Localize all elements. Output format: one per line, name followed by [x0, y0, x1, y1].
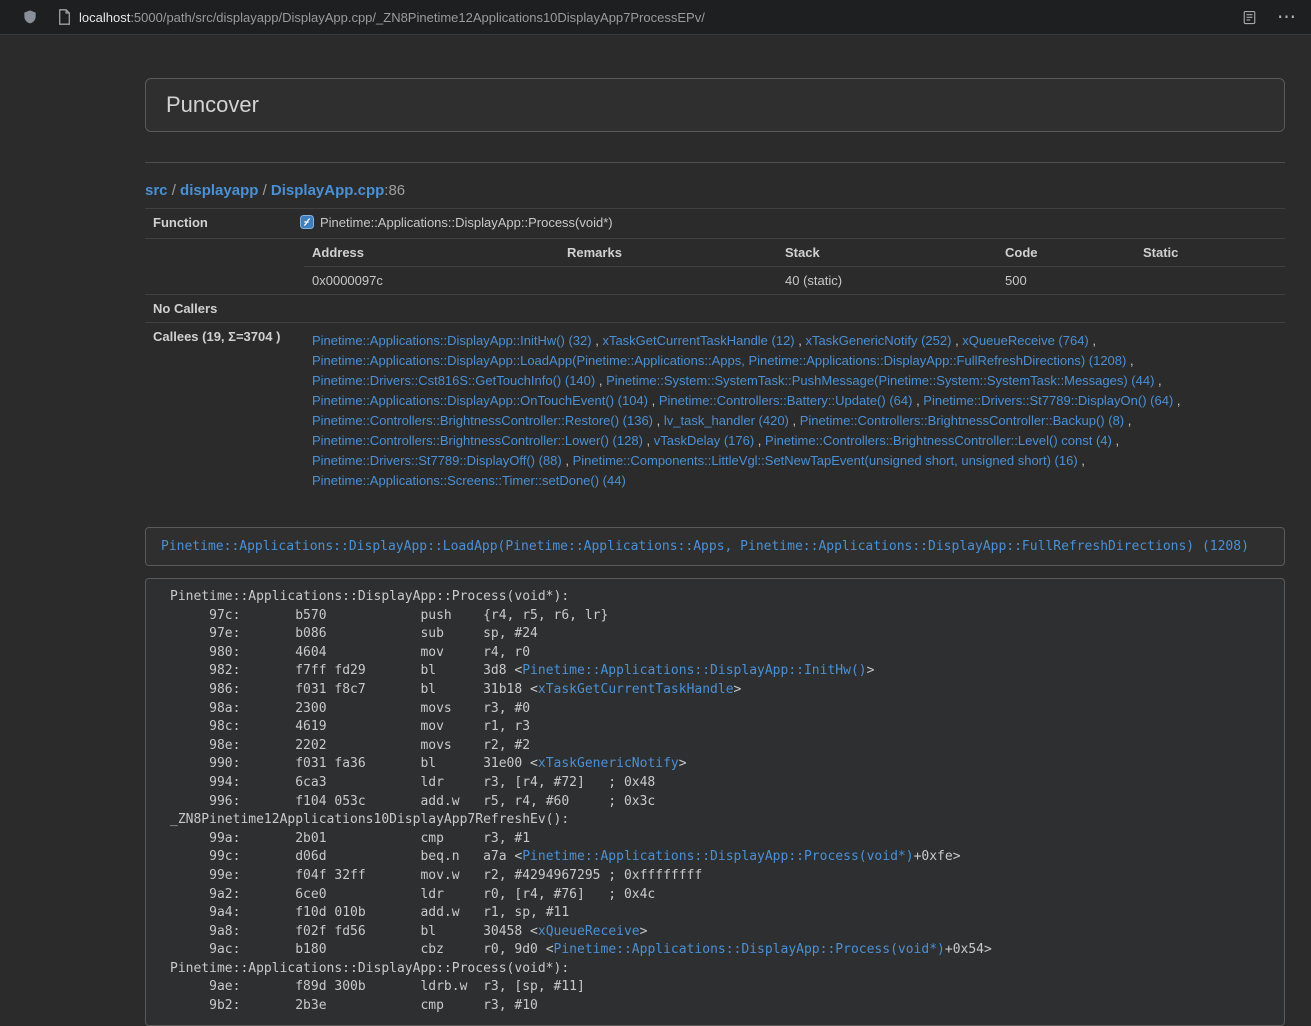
stats-row-label [145, 239, 292, 295]
stats-table-cell: Address Remarks Stack Code Static 0x0000… [292, 239, 1285, 295]
code-symbol-link[interactable]: xQueueReceive [538, 924, 640, 939]
function-icon [300, 215, 314, 232]
callee-link[interactable]: Pinetime::Components::LittleVgl::SetNewT… [573, 453, 1078, 468]
code-symbol-link[interactable]: xTaskGenericNotify [538, 756, 679, 771]
col-header-code: Code [997, 239, 1135, 267]
callee-link[interactable]: Pinetime::Applications::DisplayApp::OnTo… [312, 393, 648, 408]
callee-link[interactable]: xTaskGenericNotify (252) [806, 333, 952, 348]
breadcrumb: src / displayapp / DisplayApp.cpp:86 [145, 182, 1285, 199]
page-title-panel: Puncover [145, 78, 1285, 132]
stats-value-row: 0x0000097c 40 (static) 500 [304, 267, 1285, 295]
code-symbol-link[interactable]: xTaskGetCurrentTaskHandle [538, 682, 734, 697]
callee-link[interactable]: xTaskGetCurrentTaskHandle (12) [602, 333, 794, 348]
stats-header-row: Address Remarks Stack Code Static [304, 239, 1285, 267]
col-header-static: Static [1135, 239, 1285, 267]
callee-link[interactable]: lv_task_handler (420) [664, 413, 789, 428]
divider [145, 162, 1285, 163]
address-value: 0x0000097c [304, 267, 559, 295]
no-callers-label: No Callers [145, 295, 292, 323]
code-symbol-link[interactable]: Pinetime::Applications::DisplayApp::Proc… [554, 942, 945, 957]
breadcrumb-file-link[interactable]: DisplayApp.cpp [271, 182, 384, 199]
col-header-address: Address [304, 239, 559, 267]
callees-row: Callees (19, Σ=3704 ) Pinetime::Applicat… [145, 323, 1285, 504]
shield-icon[interactable] [18, 8, 42, 26]
callee-link[interactable]: Pinetime::Controllers::BrightnessControl… [800, 413, 1124, 428]
function-signature-cell: Pinetime::Applications::DisplayApp::Proc… [292, 209, 1285, 239]
disassembly-code: Pinetime::Applications::DisplayApp::Proc… [146, 579, 1284, 1025]
overflow-menu-icon[interactable]: ⋯ [1277, 8, 1297, 27]
breadcrumb-separator: / [258, 182, 271, 199]
symbol-stats-table: Address Remarks Stack Code Static 0x0000… [304, 239, 1285, 294]
no-callers-row: No Callers [145, 295, 1285, 323]
url-host: localhost [79, 10, 130, 25]
callee-link[interactable]: Pinetime::Controllers::Battery::Update()… [659, 393, 913, 408]
callee-link[interactable]: Pinetime::Applications::DisplayApp::Init… [312, 333, 592, 348]
callee-link[interactable]: Pinetime::System::SystemTask::PushMessag… [606, 373, 1154, 388]
no-callers-cell [292, 295, 1285, 323]
url-bar[interactable]: localhost:5000/path/src/displayapp/Displ… [79, 10, 705, 25]
callees-label: Callees (19, Σ=3704 ) [145, 323, 292, 504]
callee-link[interactable]: Pinetime::Controllers::BrightnessControl… [765, 433, 1112, 448]
static-value [1135, 267, 1285, 295]
callee-link[interactable]: Pinetime::Controllers::BrightnessControl… [312, 413, 653, 428]
function-label: Function [145, 209, 292, 239]
page-icon [58, 9, 71, 25]
breadcrumb-src-link[interactable]: src [145, 182, 168, 199]
callees-list: Pinetime::Applications::DisplayApp::Init… [292, 323, 1285, 504]
url-path: :5000/path/src/displayapp/DisplayApp.cpp… [130, 10, 705, 25]
main-content: Puncover src / displayapp / DisplayApp.c… [145, 35, 1285, 1026]
col-header-stack: Stack [777, 239, 997, 267]
browser-toolbar: localhost:5000/path/src/displayapp/Displ… [0, 0, 1311, 35]
reader-view-icon[interactable] [1242, 9, 1257, 26]
callee-link[interactable]: xQueueReceive (764) [962, 333, 1088, 348]
breadcrumb-displayapp-link[interactable]: displayapp [180, 182, 258, 199]
callee-link[interactable]: vTaskDelay (176) [654, 433, 754, 448]
function-row: Function Pinetime::Applications::Display… [145, 209, 1285, 239]
function-table: Function Pinetime::Applications::Display… [145, 208, 1285, 503]
code-value: 500 [997, 267, 1135, 295]
code-symbol-link[interactable]: Pinetime::Applications::DisplayApp::Init… [522, 663, 866, 678]
callee-link[interactable]: Pinetime::Applications::DisplayApp::Load… [312, 353, 1126, 368]
callee-link[interactable]: Pinetime::Applications::Screens::Timer::… [312, 473, 626, 488]
line-number-suffix: :86 [384, 182, 405, 199]
callee-link[interactable]: Pinetime::Drivers::St7789::DisplayOff() … [312, 453, 562, 468]
col-header-remarks: Remarks [559, 239, 777, 267]
stats-row: Address Remarks Stack Code Static 0x0000… [145, 239, 1285, 295]
symbol-heading-panel: Pinetime::Applications::DisplayApp::Load… [145, 527, 1285, 566]
breadcrumb-separator: / [168, 182, 181, 199]
stack-value: 40 (static) [777, 267, 997, 295]
page-title: Puncover [166, 92, 1264, 118]
symbol-heading-link[interactable]: Pinetime::Applications::DisplayApp::Load… [161, 539, 1249, 554]
disassembly-panel: Pinetime::Applications::DisplayApp::Proc… [145, 578, 1285, 1026]
callee-link[interactable]: Pinetime::Controllers::BrightnessControl… [312, 433, 643, 448]
function-signature: Pinetime::Applications::DisplayApp::Proc… [320, 215, 613, 230]
callee-link[interactable]: Pinetime::Drivers::Cst816S::GetTouchInfo… [312, 373, 595, 388]
code-symbol-link[interactable]: Pinetime::Applications::DisplayApp::Proc… [522, 849, 913, 864]
remarks-value [559, 267, 777, 295]
callee-link[interactable]: Pinetime::Drivers::St7789::DisplayOn() (… [923, 393, 1173, 408]
